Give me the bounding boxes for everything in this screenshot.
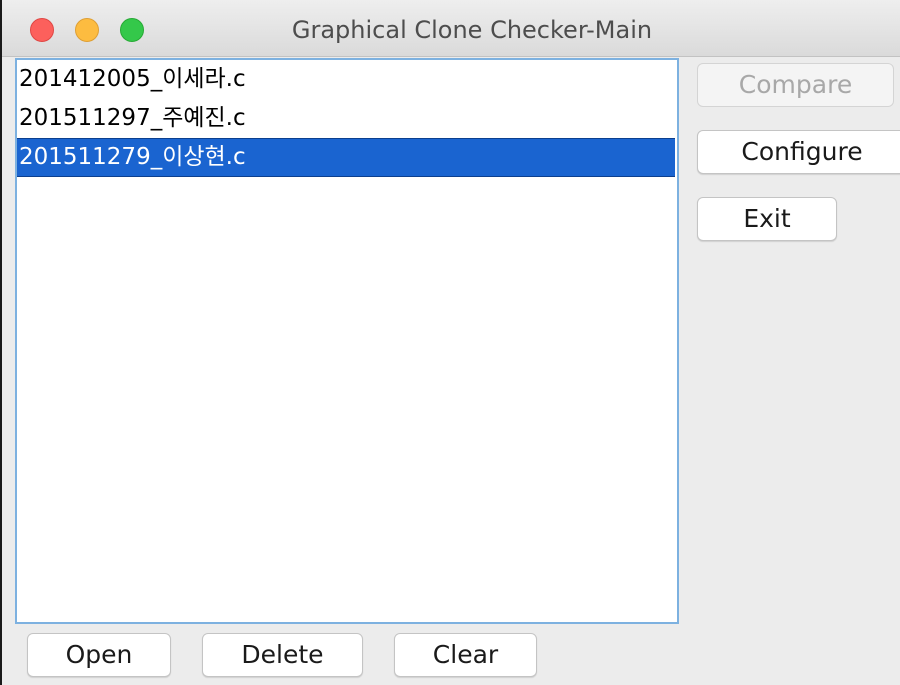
zoom-window-icon[interactable] [120, 18, 144, 42]
configure-button[interactable]: Configure [697, 130, 900, 174]
file-list[interactable]: 201412005_이세라.c 201511297_주예진.c 20151127… [15, 58, 679, 624]
delete-button[interactable]: Delete [202, 633, 363, 677]
window-title: Graphical Clone Checker-Main [291, 16, 653, 44]
open-button[interactable]: Open [27, 633, 171, 677]
exit-button[interactable]: Exit [697, 197, 837, 241]
clear-button[interactable]: Clear [394, 633, 537, 677]
title-bar[interactable]: Graphical Clone Checker-Main [2, 0, 900, 57]
main-window: Graphical Clone Checker-Main 201412005_이… [0, 0, 900, 685]
file-list-item[interactable]: 201412005_이세라.c [17, 60, 677, 99]
minimize-window-icon[interactable] [75, 18, 99, 42]
file-list-item[interactable]: 201511297_주예진.c [17, 99, 677, 138]
compare-button[interactable]: Compare [697, 63, 894, 107]
close-window-icon[interactable] [30, 18, 54, 42]
file-list-item-selected[interactable]: 201511279_이상현.c [17, 138, 675, 177]
